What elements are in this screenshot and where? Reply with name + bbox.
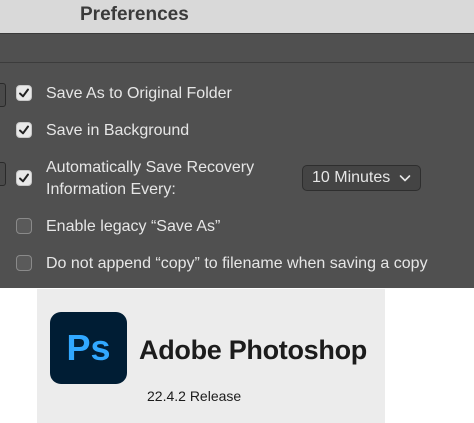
title-bar: Preferences <box>0 0 474 34</box>
checkbox-save-as-original-folder[interactable] <box>16 85 32 101</box>
recovery-interval-select[interactable]: 10 Minutes <box>302 165 421 191</box>
checkbox-enable-legacy-save-as[interactable] <box>16 218 32 234</box>
checkbox-do-not-append-copy[interactable] <box>16 255 32 271</box>
window-title: Preferences <box>80 4 189 25</box>
option-label: Automatically Save Recovery <box>46 159 255 176</box>
option-label: Enable legacy “Save As” <box>46 218 221 235</box>
version-label: 22.4.2 Release <box>147 388 242 404</box>
divider <box>0 62 474 63</box>
about-panel: Ps Adobe Photoshop 22.4.2 Release <box>37 289 385 423</box>
photoshop-logo-icon: Ps <box>50 312 127 384</box>
product-name: Adobe Photoshop <box>139 335 367 365</box>
checkbox-auto-save-recovery[interactable] <box>16 170 32 186</box>
checkmark-icon <box>19 173 29 183</box>
checkbox-save-in-background[interactable] <box>16 122 32 138</box>
logo-text: Ps <box>66 327 111 368</box>
checkmark-icon <box>19 125 29 135</box>
option-label: Save in Background <box>46 122 190 139</box>
side-control-stub[interactable] <box>0 162 6 186</box>
recovery-interval-value: 10 Minutes <box>312 169 391 186</box>
option-label: Do not append “copy” to filename when sa… <box>46 255 428 272</box>
side-control-stub[interactable] <box>0 83 6 107</box>
chevron-down-icon <box>399 175 411 182</box>
checkmark-icon <box>19 88 29 98</box>
option-label-line2: Information Every: <box>46 181 176 198</box>
option-label: Save As to Original Folder <box>46 85 232 102</box>
preferences-window: Preferences Save As to Original Folder S… <box>0 0 474 288</box>
